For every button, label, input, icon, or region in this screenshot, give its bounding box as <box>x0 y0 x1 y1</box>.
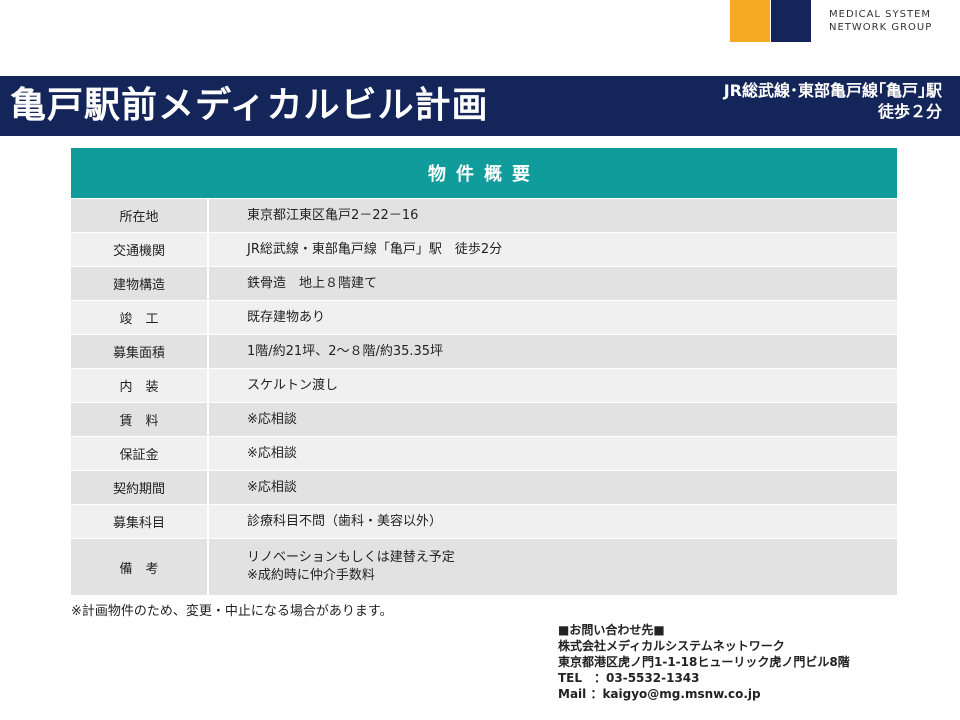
row-label: 募集面積 <box>71 335 209 368</box>
table-row: 募集面積 1階/約21坪、2～８階/約35.35坪 <box>71 334 897 368</box>
table-heading: 物件概要 <box>71 148 897 198</box>
table-row: 備 考 リノベーションもしくは建替え予定 ※成約時に仲介手数料 <box>71 538 897 595</box>
row-label: 募集科目 <box>71 505 209 538</box>
logo-navy-block <box>771 0 811 42</box>
table-row: 保証金 ※応相談 <box>71 436 897 470</box>
disclaimer-note: ※計画物件のため、変更・中止になる場合があります。 <box>71 604 393 619</box>
row-value: ※応相談 <box>209 403 897 436</box>
contact-address: 東京都港区虎ノ門1-1-18ヒューリック虎ノ門ビル8階 <box>558 655 850 669</box>
row-label: 建物構造 <box>71 267 209 300</box>
table-rows: 所在地 東京都江東区亀戸2－22－16 交通機関 JR総武線・東部亀戸線「亀戸」駅 徒… <box>71 198 897 595</box>
row-value-line: リノベーションもしくは建替え予定 <box>247 550 455 565</box>
row-value: 既存建物あり <box>209 301 897 334</box>
row-label: 交通機関 <box>71 233 209 266</box>
table-row: 交通機関 JR総武線・東部亀戸線「亀戸」駅 徒歩2分 <box>71 232 897 266</box>
table-row: 賃 料 ※応相談 <box>71 402 897 436</box>
row-label: 竣 工 <box>71 301 209 334</box>
access-line-2: 徒歩２分 <box>877 102 942 121</box>
contact-tel: TEL ：03-5532-1343 <box>558 671 700 685</box>
row-value: 診療科目不問（歯科・美容以外） <box>209 505 897 538</box>
row-value-line: ※応相談 <box>247 479 297 495</box>
access-line-1: JR総武線･東部亀戸線｢亀戸｣駅 <box>723 81 942 100</box>
row-label: 保証金 <box>71 437 209 470</box>
table-row: 募集科目 診療科目不問（歯科・美容以外） <box>71 504 897 538</box>
row-label: 備 考 <box>71 539 209 595</box>
table-row: 竣 工 既存建物あり <box>71 300 897 334</box>
row-value: ※応相談 <box>209 471 897 504</box>
title-banner: 亀戸駅前メディカルビル計画 JR総武線･東部亀戸線｢亀戸｣駅 徒歩２分 <box>0 76 960 136</box>
row-value-line: ※成約時に仲介手数料 <box>247 568 375 583</box>
logo-orange-block <box>730 0 770 42</box>
row-value: JR総武線・東部亀戸線「亀戸」駅 徒歩2分 <box>209 233 897 266</box>
table-row: 建物構造 鉄骨造 地上８階建て <box>71 266 897 300</box>
row-value-line: ※応相談 <box>247 445 297 461</box>
row-value: ※応相談 <box>209 437 897 470</box>
table-row: 内 装 スケルトン渡し <box>71 368 897 402</box>
row-label: 所在地 <box>71 199 209 232</box>
contact-heading: ■お問い合わせ先■ <box>558 623 665 637</box>
contact-mail[interactable]: Mail ：kaigyo@mg.msnw.co.jp <box>558 686 850 702</box>
row-value: 東京都江東区亀戸2－22－16 <box>209 199 897 232</box>
row-label: 賃 料 <box>71 403 209 436</box>
logo-text: MEDICAL SYSTEM NETWORK GROUP <box>829 9 933 33</box>
access-info: JR総武線･東部亀戸線｢亀戸｣駅 徒歩２分 <box>724 80 942 122</box>
property-overview-table: 物件概要 所在地 東京都江東区亀戸2－22－16 交通機関 JR総武線・東部亀戸線「亀… <box>71 148 897 595</box>
row-value-line: 鉄骨造 地上８階建て <box>247 275 378 291</box>
table-row: 契約期間 ※応相談 <box>71 470 897 504</box>
contact-company: 株式会社メディカルシステムネットワーク <box>558 639 785 653</box>
row-value-line: JR総武線・東部亀戸線「亀戸」駅 徒歩2分 <box>247 241 503 257</box>
row-value: リノベーションもしくは建替え予定 ※成約時に仲介手数料 <box>209 539 897 595</box>
page-title: 亀戸駅前メディカルビル計画 <box>10 85 489 126</box>
row-label: 契約期間 <box>71 471 209 504</box>
row-value: 鉄骨造 地上８階建て <box>209 267 897 300</box>
row-label: 内 装 <box>71 369 209 402</box>
row-value-line: ※応相談 <box>247 411 297 427</box>
row-value-line: 既存建物あり <box>247 309 326 325</box>
row-value-line: 1階/約21坪、2～８階/約35.35坪 <box>247 343 444 359</box>
row-value: 1階/約21坪、2～８階/約35.35坪 <box>209 335 897 368</box>
row-value-line: 診療科目不問（歯科・美容以外） <box>247 513 443 529</box>
row-value: スケルトン渡し <box>209 369 897 402</box>
contact-block: ■お問い合わせ先■ 株式会社メディカルシステムネットワーク 東京都港区虎ノ門1-… <box>558 622 850 702</box>
row-value-line: 東京都江東区亀戸2－22－16 <box>247 207 419 223</box>
row-value-line: スケルトン渡し <box>247 377 339 393</box>
table-row: 所在地 東京都江東区亀戸2－22－16 <box>71 198 897 232</box>
